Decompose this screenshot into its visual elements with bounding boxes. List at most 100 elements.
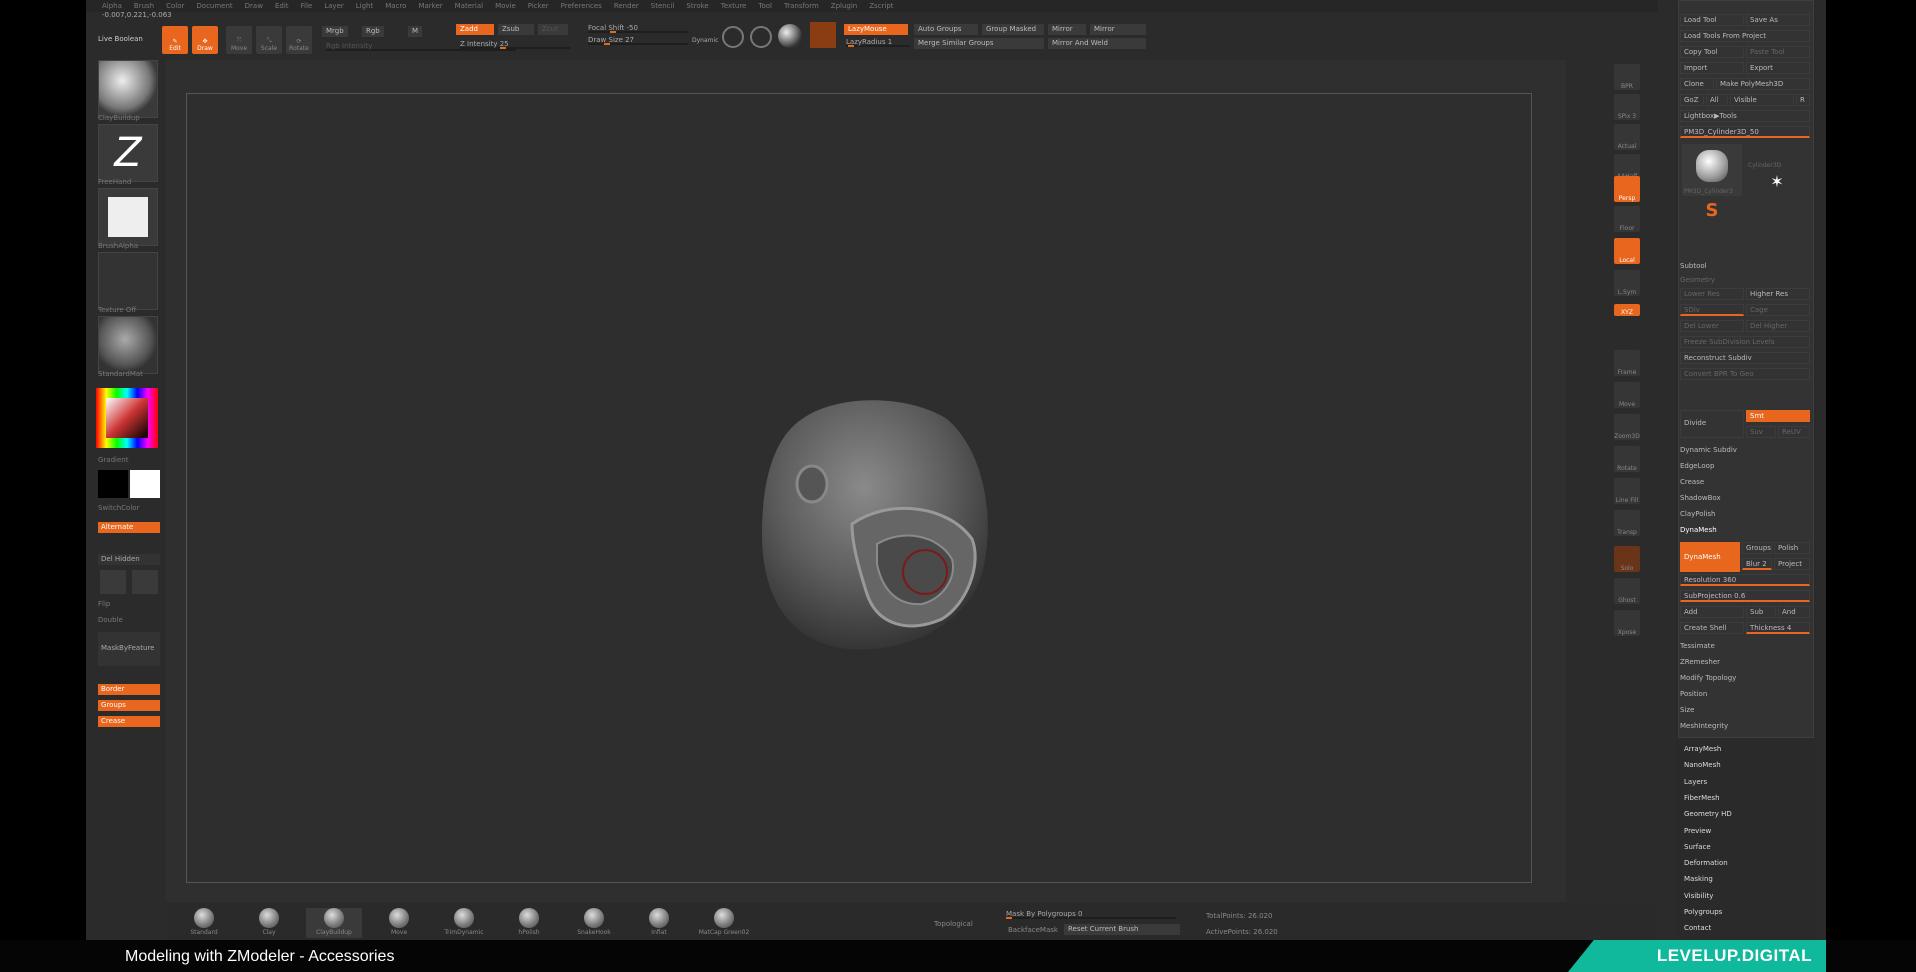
transp-button[interactable]: Transp — [1614, 510, 1640, 536]
persp-button[interactable]: Persp — [1614, 176, 1640, 202]
add-button[interactable]: Add — [1680, 606, 1744, 618]
tool-thumb-cylinder-3[interactable] — [1682, 230, 1742, 256]
menu-item[interactable]: Stroke — [686, 2, 708, 10]
draw-size-slider[interactable]: Draw Size 27 — [588, 36, 688, 45]
export-button[interactable]: Export — [1746, 62, 1810, 74]
color-picker-square[interactable] — [106, 398, 148, 438]
tool-section-fibermesh[interactable]: FiberMesh — [1684, 794, 1720, 802]
color-swatch[interactable] — [810, 22, 836, 48]
goz-r-button[interactable]: R — [1796, 94, 1810, 106]
tool-section-contact[interactable]: Contact — [1684, 924, 1711, 932]
backface-icon[interactable] — [722, 26, 744, 48]
m-button[interactable]: M — [408, 26, 423, 37]
grow-all-icon[interactable] — [100, 570, 126, 594]
sdiv-slider[interactable]: SDiv — [1680, 304, 1744, 316]
menu-item[interactable]: Zplugin — [831, 2, 857, 10]
color-picker[interactable] — [96, 388, 158, 448]
menu-item[interactable]: Transform — [784, 2, 819, 10]
focal-shift-slider[interactable]: Focal Shift -50 — [588, 24, 688, 33]
texture-thumbnail[interactable] — [98, 252, 158, 310]
shrink-all-icon[interactable] — [132, 570, 158, 594]
subprojection-slider[interactable]: SubProjection 0.6 — [1680, 590, 1810, 602]
primary-color-swatch[interactable] — [98, 470, 128, 498]
lazy-radius-slider[interactable]: LazyRadius 1 — [846, 38, 910, 47]
line-fill-button[interactable]: Line Fill — [1614, 478, 1640, 504]
size-header[interactable]: Size — [1680, 706, 1694, 714]
tool-section-polygroups[interactable]: Polygroups — [1684, 908, 1722, 916]
symmetry-icon[interactable] — [750, 26, 772, 48]
tool-section-surface[interactable]: Surface — [1684, 843, 1711, 851]
auto-groups-button[interactable]: Auto Groups — [914, 24, 978, 35]
mrgb-button[interactable]: Mrgb — [322, 26, 348, 37]
meshintegrity-header[interactable]: MeshIntegrity — [1680, 722, 1728, 730]
mask-by-feature-button[interactable]: MaskByFeature — [98, 632, 160, 666]
reuv-button[interactable]: ReUV — [1778, 426, 1810, 438]
geometry-header[interactable]: Geometry — [1680, 276, 1715, 284]
higher-res-button[interactable]: Higher Res — [1746, 288, 1810, 300]
brush-matcap-green02[interactable]: MatCap Green02 — [696, 908, 752, 938]
zadd-button[interactable]: Zadd — [456, 24, 494, 35]
claypolish-header[interactable]: ClayPolish — [1680, 510, 1716, 518]
rgb-button[interactable]: Rgb — [362, 26, 384, 37]
backface-mask-button[interactable]: BackfaceMask — [1008, 926, 1058, 934]
frame-button[interactable]: Frame — [1614, 350, 1640, 376]
load-tool-button[interactable]: Load Tool — [1680, 14, 1744, 26]
project-button[interactable]: Project — [1774, 558, 1810, 570]
ghost-button[interactable]: Ghost — [1614, 578, 1640, 604]
brush-hpolish[interactable]: hPolish — [501, 908, 557, 938]
and-button[interactable]: And — [1778, 606, 1810, 618]
sculpt-model[interactable] — [187, 94, 1533, 884]
live-boolean-button[interactable]: Live Boolean — [98, 35, 143, 43]
topological-button[interactable]: Topological — [934, 920, 973, 928]
load-tools-from-project-button[interactable]: Load Tools From Project — [1680, 30, 1810, 42]
del-lower-button[interactable]: Del Lower — [1680, 320, 1744, 332]
crease-button[interactable]: Crease — [98, 716, 160, 727]
tool-thumb-sphere[interactable] — [1746, 230, 1808, 256]
tool-section-arraymesh[interactable]: ArrayMesh — [1684, 745, 1721, 753]
menu-item[interactable]: Marker — [418, 2, 442, 10]
alpha-thumbnail[interactable] — [98, 188, 158, 246]
tool-thumb-cylinder3d[interactable]: Cylinder3D — [1746, 144, 1808, 170]
secondary-color-swatch[interactable] — [130, 470, 160, 498]
tool-section-deformation[interactable]: Deformation — [1684, 859, 1728, 867]
material-thumbnail[interactable] — [98, 316, 158, 374]
scale-button[interactable]: ⤡ Scale — [256, 26, 282, 54]
draw-button[interactable]: ✥ Draw — [192, 26, 218, 54]
tool-thumb-cylinder-2[interactable] — [1746, 200, 1808, 226]
group-masked-button[interactable]: Group Masked — [982, 24, 1044, 35]
switch-color-button[interactable]: SwitchColor — [98, 504, 160, 512]
dynamesh-polish-button[interactable]: Polish — [1774, 542, 1810, 554]
menu-item[interactable]: Document — [196, 2, 232, 10]
goz-all-button[interactable]: All — [1706, 94, 1728, 106]
blur-slider[interactable]: Blur 2 — [1742, 558, 1772, 570]
border-button[interactable]: Border — [98, 684, 160, 695]
menu-item[interactable]: Material — [455, 2, 483, 10]
menu-item[interactable]: Tool — [758, 2, 772, 10]
tool-section-preview[interactable]: Preview — [1684, 827, 1711, 835]
current-tool-slider[interactable]: PM3D_Cylinder3D_50 — [1680, 126, 1810, 138]
menu-item[interactable]: Color — [166, 2, 184, 10]
move-view-button[interactable]: Move — [1614, 382, 1640, 408]
tool-section-masking[interactable]: Masking — [1684, 875, 1713, 883]
brush-trimdynamic[interactable]: TrimDynamic — [436, 908, 492, 938]
position-header[interactable]: Position — [1680, 690, 1707, 698]
lsym-button[interactable]: L.Sym — [1614, 270, 1640, 296]
reset-brush-button[interactable]: Reset Current Brush — [1064, 924, 1180, 935]
menu-item[interactable]: Render — [614, 2, 639, 10]
solo-button[interactable]: Solo — [1614, 546, 1640, 572]
bpr-button[interactable]: BPR — [1614, 64, 1640, 90]
divide-button[interactable]: Divide — [1680, 410, 1744, 438]
edit-button[interactable]: ✎ Edit — [162, 26, 188, 54]
lower-res-button[interactable]: Lower Res — [1680, 288, 1744, 300]
tool-thumb-cylinder[interactable]: PM3D_Cylinder3 — [1682, 144, 1742, 196]
sub-button[interactable]: Sub — [1746, 606, 1776, 618]
goz-button[interactable]: GoZ — [1680, 94, 1704, 106]
menu-item[interactable]: Layer — [324, 2, 344, 10]
resolution-slider[interactable]: Resolution 360 — [1680, 574, 1810, 586]
dynamesh-button[interactable]: DynaMesh — [1680, 542, 1740, 572]
menu-item[interactable]: Macro — [385, 2, 406, 10]
crease-header[interactable]: Crease — [1680, 478, 1704, 486]
smt-button[interactable]: Smt — [1746, 410, 1810, 422]
freeze-subdivision-button[interactable]: Freeze SubDivision Levels — [1680, 336, 1810, 348]
mirror-button-2[interactable]: Mirror — [1090, 24, 1146, 35]
